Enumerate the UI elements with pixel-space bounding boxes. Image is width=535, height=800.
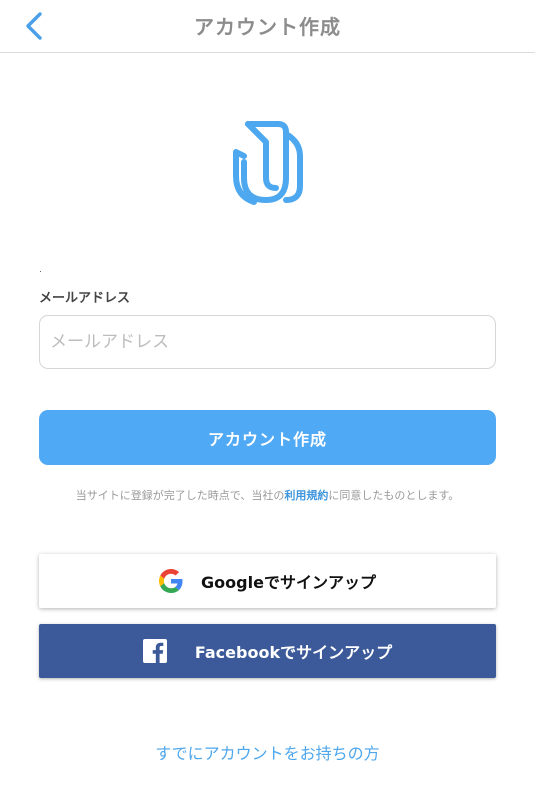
- navigation-bar: アカウント作成: [0, 0, 535, 53]
- create-account-button[interactable]: アカウント作成: [39, 410, 496, 465]
- signup-screen: アカウント作成 メールアドレス アカウント作成 当サイトに登録が完了した時点で、…: [0, 0, 535, 800]
- google-icon: [159, 569, 183, 593]
- google-signup-button[interactable]: Googleでサインアップ: [39, 554, 496, 608]
- terms-link[interactable]: 利用規約: [284, 489, 328, 502]
- terms-notice: 当サイトに登録が完了した時点で、当社の利用規約に同意したものとします。: [0, 487, 535, 503]
- app-logo-j-icon: [233, 121, 303, 205]
- page-title: アカウント作成: [194, 15, 341, 39]
- facebook-icon: [142, 639, 167, 663]
- google-signup-label: Googleでサインアップ: [201, 573, 376, 592]
- terms-prefix: 当サイトに登録が完了した時点で、当社の: [75, 489, 285, 502]
- email-input[interactable]: [39, 315, 496, 369]
- facebook-signup-button[interactable]: Facebookでサインアップ: [39, 624, 496, 678]
- divider-dot: [40, 271, 41, 272]
- facebook-signup-label: Facebookでサインアップ: [194, 643, 393, 662]
- existing-account-link[interactable]: すでにアカウントをお持ちの方: [0, 740, 535, 764]
- email-label: メールアドレス: [39, 291, 131, 306]
- app-logo: [226, 116, 310, 210]
- terms-suffix: に同意したものとします。: [328, 489, 460, 502]
